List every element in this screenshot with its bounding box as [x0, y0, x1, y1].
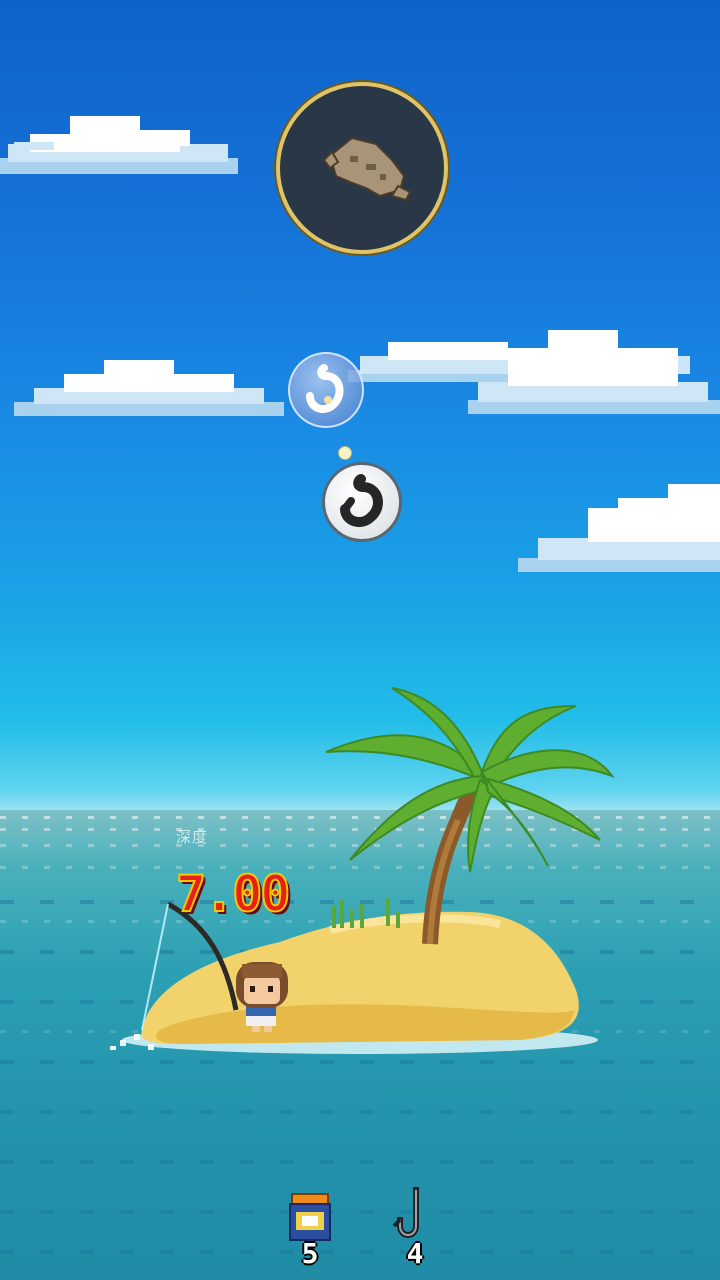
fossil-skull-icon [322, 136, 412, 202]
hook-count: 4 [406, 1237, 424, 1270]
game-scene[interactable]: 深度 7.00 5 4 [0, 0, 720, 1280]
bait-counter[interactable]: 5 [282, 1186, 338, 1270]
dark-hook-icon [340, 474, 383, 528]
depth-value: 7.00 [175, 864, 291, 924]
hook-counter[interactable]: 4 [390, 1186, 440, 1270]
silver-hook-icon [306, 364, 344, 414]
catch-display [276, 82, 448, 254]
depth-label: 深度 [176, 828, 209, 846]
hook-bubble-silver [288, 352, 364, 428]
bait-count: 5 [301, 1237, 319, 1270]
bobber [338, 446, 352, 460]
hook-bubble-dark [322, 462, 402, 542]
